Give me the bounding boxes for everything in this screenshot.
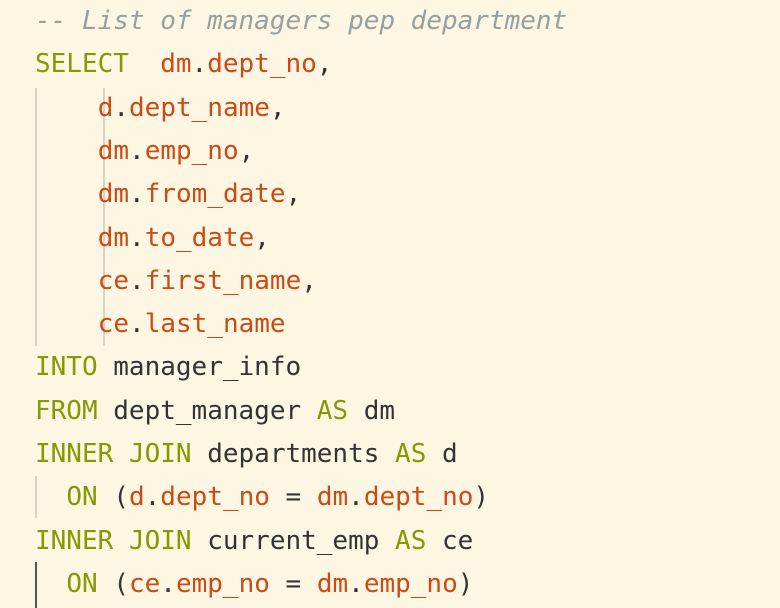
keyword-token: SELECT xyxy=(35,49,129,80)
keyword-token: INTO xyxy=(35,352,98,383)
select-column-line: ce.last_name xyxy=(98,303,286,346)
keyword-token: ON xyxy=(66,568,98,599)
punctuation-token: ( xyxy=(113,482,129,513)
column-token: last_name xyxy=(144,309,286,340)
column-token: to_date xyxy=(144,222,255,253)
indent-guide-select-outer xyxy=(35,88,37,346)
keyword-token: AS xyxy=(395,439,427,469)
column-token: dm xyxy=(316,482,349,513)
operator-token: = xyxy=(285,568,302,599)
on-line: ON (ce.emp_no = dm.emp_no) xyxy=(66,563,473,606)
punctuation-token: . xyxy=(129,135,145,166)
column-token: first_name xyxy=(144,265,302,296)
column-token: ce xyxy=(128,568,161,599)
column-token: d xyxy=(128,482,145,513)
column-token: dm xyxy=(97,179,130,210)
punctuation-token: ) xyxy=(457,568,474,599)
operator-token: = xyxy=(285,482,302,513)
identifier-token: d xyxy=(442,439,458,469)
keyword-token: AS xyxy=(316,395,349,426)
identifier-token: dm xyxy=(363,395,396,426)
column-token: dept_no xyxy=(363,482,474,513)
from-line: FROM dept_manager AS dm xyxy=(35,390,395,433)
join-line: INNER JOIN current_emp AS ce xyxy=(35,520,473,563)
column-token: emp_no xyxy=(363,568,458,599)
comment-line: -- List of managers pep department xyxy=(35,0,567,43)
indent-guide-on-1 xyxy=(35,476,37,518)
column-token: dm xyxy=(316,568,349,599)
select-column-line: dm.from_date, xyxy=(98,173,302,216)
comment-text: -- List of managers pep department xyxy=(35,6,568,36)
column-token: dm xyxy=(97,222,130,253)
select-line: SELECT dm.dept_no, xyxy=(35,43,332,86)
punctuation-token: , xyxy=(316,49,333,80)
keyword-token: AS xyxy=(395,525,427,556)
punctuation-token: . xyxy=(129,309,145,340)
keyword-token: ON xyxy=(66,482,98,513)
identifier-token: current_emp xyxy=(207,525,380,556)
punctuation-token: . xyxy=(191,49,208,80)
punctuation-token: . xyxy=(348,568,364,599)
column-token: ce xyxy=(97,309,130,340)
identifier-token: dept_manager xyxy=(113,395,302,426)
punctuation-token: . xyxy=(129,222,145,253)
punctuation-token: , xyxy=(238,135,255,166)
column-token: dm xyxy=(97,135,130,166)
select-column-line: dm.to_date, xyxy=(98,217,270,260)
select-column-line: d.dept_name, xyxy=(98,87,286,130)
punctuation-token: , xyxy=(254,222,270,253)
on-line: ON (d.dept_no = dm.dept_no) xyxy=(66,476,489,519)
sql-code-editor[interactable]: -- List of managers pep department SELECT… xyxy=(0,0,780,608)
column-token: emp_no xyxy=(175,568,270,599)
indent-guide-on-2 xyxy=(35,562,37,608)
column-token: dept_name xyxy=(129,92,270,123)
keyword-token: INNER JOIN xyxy=(35,439,192,469)
select-column-line: ce.first_name, xyxy=(98,260,317,303)
identifier-token: ce xyxy=(442,525,474,556)
column-token: from_date xyxy=(144,179,286,210)
punctuation-token: . xyxy=(129,265,145,296)
column-token: d xyxy=(97,92,114,123)
punctuation-token: ( xyxy=(113,568,129,599)
join-line: INNER JOIN departments AS d xyxy=(35,433,458,476)
column-token: emp_no xyxy=(144,135,239,166)
column-token: ce xyxy=(97,265,130,296)
select-column-line: dm.emp_no, xyxy=(98,130,255,173)
punctuation-token: ) xyxy=(473,482,490,513)
into-line: INTO manager_info xyxy=(35,346,301,389)
identifier-token: departments xyxy=(207,439,380,469)
punctuation-token: . xyxy=(129,179,145,210)
punctuation-token: , xyxy=(285,179,302,210)
identifier-token: manager_info xyxy=(113,352,302,383)
punctuation-token: . xyxy=(348,482,364,513)
column-token: dept_no xyxy=(207,49,317,80)
punctuation-token: . xyxy=(144,482,161,513)
punctuation-token: . xyxy=(113,92,130,123)
column-token: dm xyxy=(160,49,192,80)
keyword-token: FROM xyxy=(35,395,98,426)
column-token: dept_no xyxy=(160,482,270,513)
punctuation-token: , xyxy=(269,92,286,123)
punctuation-token: . xyxy=(160,568,176,599)
keyword-token: INNER JOIN xyxy=(35,525,192,556)
punctuation-token: , xyxy=(301,265,317,296)
